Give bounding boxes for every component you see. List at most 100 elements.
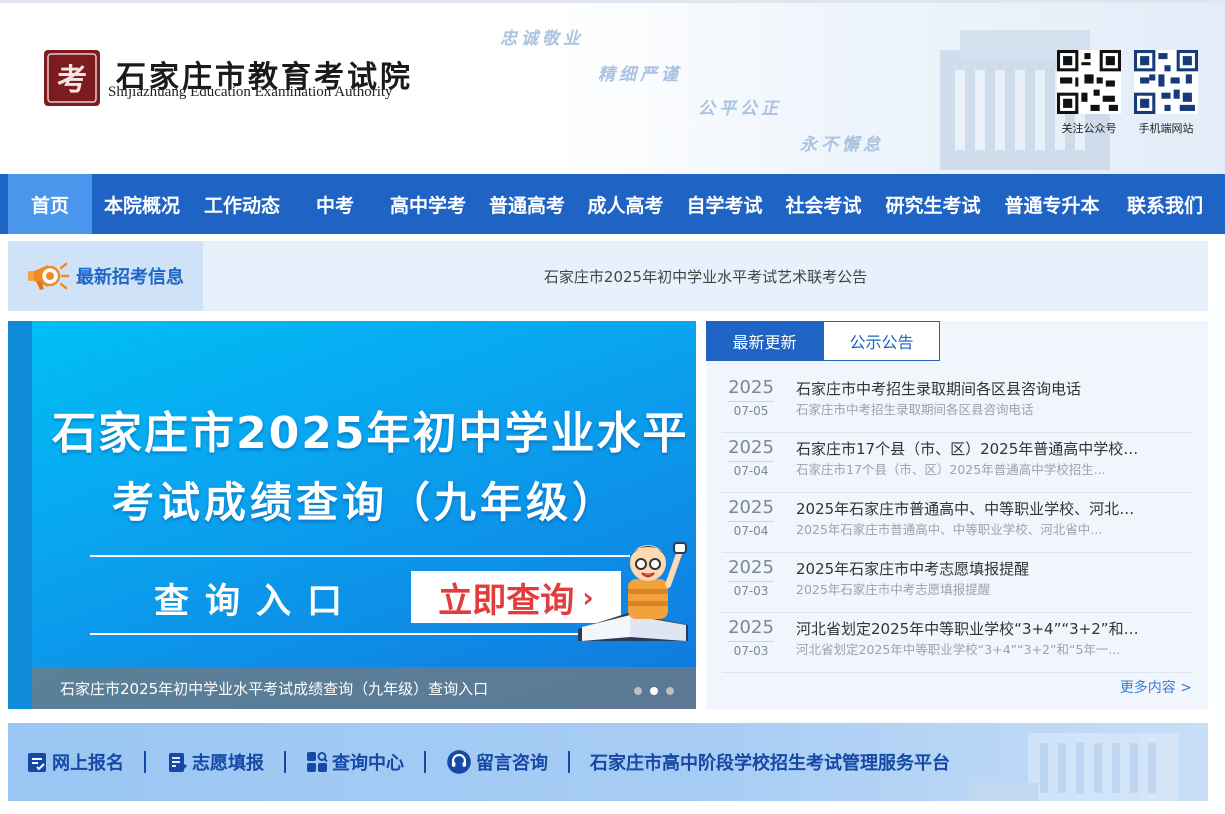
quick-services-bar: 网上报名 志愿填报 查询中心 留言咨询 石家庄市高中阶段学校招生考试管理服务平台 xyxy=(8,723,1208,801)
banner-entry-label: 查询入口 xyxy=(154,582,359,622)
news-body: 河北省划定2025年中等职业学校“3+4”“3+2”和“... 河北省划定202… xyxy=(780,613,1192,672)
news-item[interactable]: 2025 07-03 2025年石家庄市中考志愿填报提醒 2025年石家庄市中考… xyxy=(722,553,1192,613)
services-divider xyxy=(424,751,426,773)
banner-divider-top xyxy=(90,555,630,557)
motto-4: 永不懈怠 xyxy=(800,135,884,155)
nav-item-contact[interactable]: 联系我们 xyxy=(1111,174,1219,234)
nav-item-upgrade-exam[interactable]: 普通专升本 xyxy=(993,174,1111,234)
news-title[interactable]: 2025年石家庄市普通高中、中等职业学校、河北省中... xyxy=(796,499,1142,519)
news-body: 石家庄市中考招生录取期间各区县咨询电话 石家庄市中考招生录取期间各区县咨询电话 xyxy=(780,373,1192,432)
news-body: 2025年石家庄市普通高中、中等职业学校、河北省中... 2025年石家庄市普通… xyxy=(780,493,1192,552)
tab-latest-updates[interactable]: 最新更新 xyxy=(706,321,823,361)
banner-caption: 石家庄市2025年初中学业水平考试成绩查询（九年级）查询入口 xyxy=(32,667,696,709)
banner-headline-line2: 考试成绩查询（九年级） xyxy=(112,478,619,527)
grid-search-icon xyxy=(307,752,328,772)
clipboard-check-icon xyxy=(28,753,46,772)
news-month-day: 07-04 xyxy=(728,521,774,539)
news-month-day: 07-04 xyxy=(728,461,774,479)
news-body: 石家庄市17个县（市、区）2025年普通高中学校招生... 石家庄市17个县（市… xyxy=(780,433,1192,492)
nav-item-social-exam[interactable]: 社会考试 xyxy=(774,174,873,234)
news-summary: 2025年石家庄市中考志愿填报提醒 xyxy=(796,582,991,597)
news-summary: 石家庄市中考招生录取期间各区县咨询电话 xyxy=(796,402,1034,417)
header-top-line xyxy=(0,0,1225,3)
more-content-link[interactable]: 更多内容 > xyxy=(1120,677,1192,697)
services-row: 网上报名 志愿填报 查询中心 留言咨询 石家庄市高中阶段学校招生考试管理服务平台 xyxy=(26,723,950,801)
student-reading-icon xyxy=(578,542,688,641)
news-month-day: 07-03 xyxy=(728,581,774,599)
online-registration-label: 网上报名 xyxy=(52,753,124,774)
banner-dot-2[interactable] xyxy=(650,687,658,695)
logo-seal-icon: 考 xyxy=(44,50,100,106)
motto-2: 精细严谨 xyxy=(598,65,682,85)
news-title[interactable]: 石家庄市17个县（市、区）2025年普通高中学校招生... xyxy=(796,439,1142,459)
banner-dot-3[interactable] xyxy=(666,687,674,695)
nav-item-postgraduate-exam[interactable]: 研究生考试 xyxy=(873,174,993,234)
ticker-header: 最新招考信息 xyxy=(8,241,203,311)
news-date: 2025 07-05 xyxy=(722,373,780,432)
news-title[interactable]: 河北省划定2025年中等职业学校“3+4”“3+2”和“... xyxy=(796,619,1142,639)
news-year: 2025 xyxy=(728,377,774,398)
news-date: 2025 07-04 xyxy=(722,493,780,552)
news-title[interactable]: 石家庄市中考招生录取期间各区县咨询电话 xyxy=(796,379,1142,399)
banner-pagination xyxy=(634,687,674,695)
news-month-day: 07-05 xyxy=(728,401,774,419)
services-divider xyxy=(568,751,570,773)
nav-item-adult-exam[interactable]: 成人高考 xyxy=(576,174,675,234)
online-registration-button[interactable]: 网上报名 xyxy=(26,749,124,775)
query-center-button[interactable]: 查询中心 xyxy=(306,749,404,775)
news-year: 2025 xyxy=(728,557,774,578)
ticker-headline-link[interactable]: 石家庄市2025年初中学业水平考试艺术联考公告 xyxy=(203,241,1208,311)
main-nav: 首页 本院概况 工作动态 中考 高中学考 普通高考 成人高考 自学考试 社会考试… xyxy=(0,174,1225,234)
message-consult-button[interactable]: 留言咨询 xyxy=(446,749,548,775)
building-background-icon xyxy=(968,733,1178,801)
news-item[interactable]: 2025 07-04 2025年石家庄市普通高中、中等职业学校、河北省中... … xyxy=(722,493,1192,553)
nav-edge-left xyxy=(0,174,8,234)
svg-text:考: 考 xyxy=(57,63,87,98)
message-consult-label: 留言咨询 xyxy=(476,753,548,774)
banner-dot-1[interactable] xyxy=(634,687,642,695)
query-center-label: 查询中心 xyxy=(332,753,404,774)
tab-public-notices[interactable]: 公示公告 xyxy=(823,321,940,361)
news-date: 2025 07-03 xyxy=(722,553,780,612)
site-header: 考 石家庄市教育考试院 Shijiazhuang Education Exami… xyxy=(0,0,1225,174)
nav-item-zhongkao[interactable]: 中考 xyxy=(292,174,378,234)
nav-item-news[interactable]: 工作动态 xyxy=(192,174,292,234)
news-list: 2025 07-05 石家庄市中考招生录取期间各区县咨询电话 石家庄市中考招生录… xyxy=(722,373,1192,673)
services-divider xyxy=(284,751,286,773)
updates-panel: 最新更新 公示公告 2025 07-05 石家庄市中考招生录取期间各区县咨询电话… xyxy=(706,321,1208,709)
admission-platform-link[interactable]: 石家庄市高中阶段学校招生考试管理服务平台 xyxy=(590,749,950,775)
motto-1: 忠诚敬业 xyxy=(500,29,584,49)
news-date: 2025 07-04 xyxy=(722,433,780,492)
qr-mobile-site[interactable]: 手机端网站 xyxy=(1133,50,1199,136)
news-summary: 石家庄市17个县（市、区）2025年普通高中学校招生... xyxy=(796,462,1106,477)
form-edit-icon xyxy=(169,753,188,773)
news-item[interactable]: 2025 07-05 石家庄市中考招生录取期间各区县咨询电话 石家庄市中考招生录… xyxy=(722,373,1192,433)
banner-divider-bottom xyxy=(90,633,630,635)
volunteer-filling-button[interactable]: 志愿填报 xyxy=(166,749,264,775)
news-summary: 2025年石家庄市普通高中、中等职业学校、河北省中... xyxy=(796,522,1103,537)
news-title[interactable]: 2025年石家庄市中考志愿填报提醒 xyxy=(796,559,1142,579)
qr-mobile-label: 手机端网站 xyxy=(1138,122,1194,135)
qr-wechat[interactable]: 关注公众号 xyxy=(1056,50,1122,136)
qr-wechat-label: 关注公众号 xyxy=(1061,122,1117,135)
query-now-label: 立即查询 xyxy=(438,580,575,621)
nav-item-high-school-exam[interactable]: 高中学考 xyxy=(378,174,478,234)
news-body: 2025年石家庄市中考志愿填报提醒 2025年石家庄市中考志愿填报提醒 xyxy=(780,553,1192,612)
updates-tabs: 最新更新 公示公告 xyxy=(706,321,940,361)
news-item[interactable]: 2025 07-04 石家庄市17个县（市、区）2025年普通高中学校招生...… xyxy=(722,433,1192,493)
nav-item-about[interactable]: 本院概况 xyxy=(92,174,192,234)
hero-banner[interactable]: 石家庄市2025年初中学业水平 考试成绩查询（九年级） 查询入口 立即查询 › … xyxy=(8,321,696,709)
nav-item-gaokao[interactable]: 普通高考 xyxy=(478,174,576,234)
qr-code-icon xyxy=(1057,50,1121,114)
nav-item-self-study-exam[interactable]: 自学考试 xyxy=(675,174,774,234)
nav-item-home[interactable]: 首页 xyxy=(8,174,92,234)
news-year: 2025 xyxy=(728,437,774,458)
news-item[interactable]: 2025 07-03 河北省划定2025年中等职业学校“3+4”“3+2”和“.… xyxy=(722,613,1192,673)
motto-3: 公平公正 xyxy=(698,99,782,119)
news-summary: 河北省划定2025年中等职业学校“3+4”“3+2”和“5年一... xyxy=(796,642,1121,657)
qr-code-icon xyxy=(1134,50,1198,114)
news-year: 2025 xyxy=(728,497,774,518)
ticker-title: 最新招考信息 xyxy=(76,267,184,288)
banner-left-bar xyxy=(8,321,32,709)
megaphone-icon xyxy=(28,262,70,290)
